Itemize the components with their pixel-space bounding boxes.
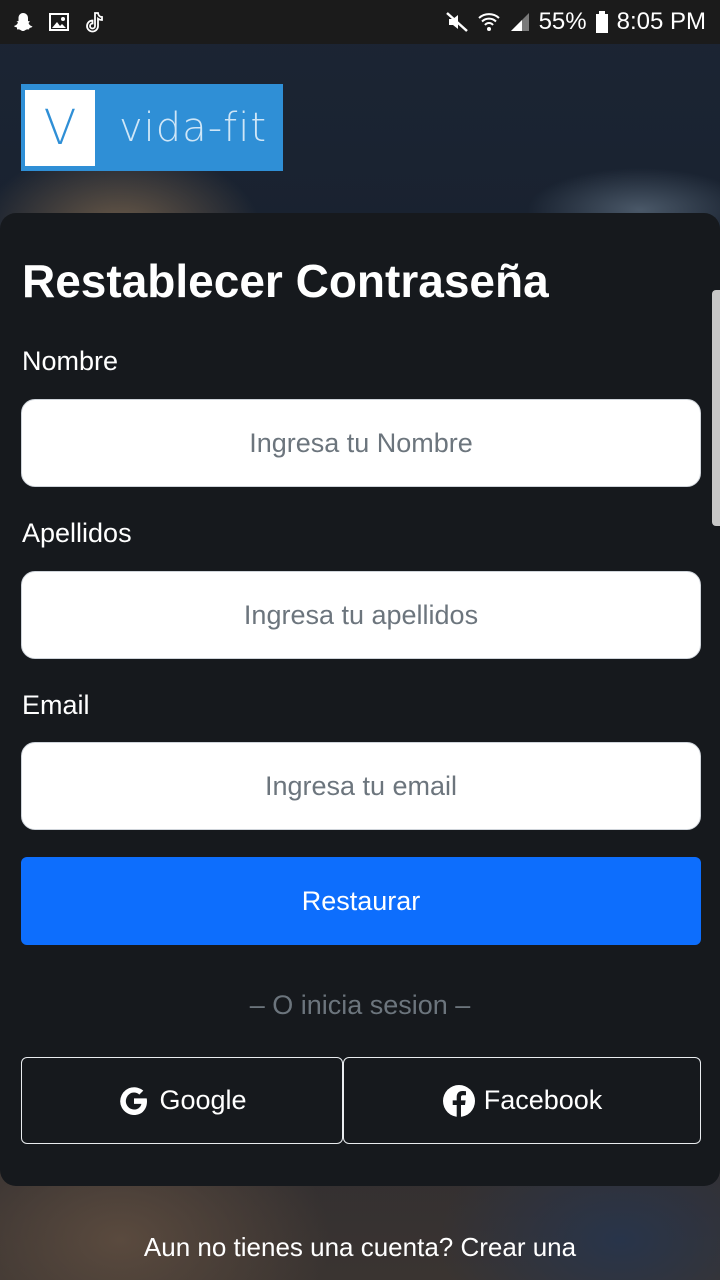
email-input[interactable] <box>21 742 701 830</box>
battery-icon <box>595 10 609 34</box>
page-title: Restablecer Contraseña <box>22 255 549 307</box>
google-login-button[interactable]: Google <box>21 1057 343 1144</box>
google-icon <box>117 1084 151 1118</box>
logo-text: vida-fit <box>119 104 267 151</box>
snapchat-icon <box>12 11 34 33</box>
clock: 8:05 PM <box>616 8 706 35</box>
mute-icon <box>445 11 469 33</box>
apellidos-input[interactable] <box>21 571 701 659</box>
scrollbar[interactable] <box>712 290 720 526</box>
restaurar-button[interactable]: Restaurar <box>21 857 701 945</box>
status-bar-left <box>12 11 104 33</box>
social-login-divider: – O inicia sesion – <box>249 990 471 1020</box>
create-account-link[interactable]: Aun no tienes una cuenta? Crear una <box>0 1232 720 1263</box>
vida-fit-logo: V vida-fit <box>21 84 283 171</box>
apellidos-label: Apellidos <box>22 518 132 548</box>
wifi-icon <box>477 10 501 34</box>
battery-percent: 55% <box>538 8 587 35</box>
tiktok-icon <box>84 11 104 33</box>
facebook-icon <box>442 1084 476 1118</box>
nombre-input[interactable] <box>21 399 701 487</box>
nombre-label: Nombre <box>22 346 119 376</box>
signal-icon <box>509 11 531 33</box>
status-bar-right: 55% 8:05 PM <box>445 8 706 36</box>
facebook-label: Facebook <box>483 1085 603 1115</box>
email-label: Email <box>22 690 90 720</box>
google-label: Google <box>159 1085 247 1115</box>
facebook-login-button[interactable]: Facebook <box>343 1057 701 1144</box>
status-bar: 55% 8:05 PM <box>0 0 720 44</box>
logo-mark: V <box>25 89 95 166</box>
image-icon <box>48 12 70 32</box>
